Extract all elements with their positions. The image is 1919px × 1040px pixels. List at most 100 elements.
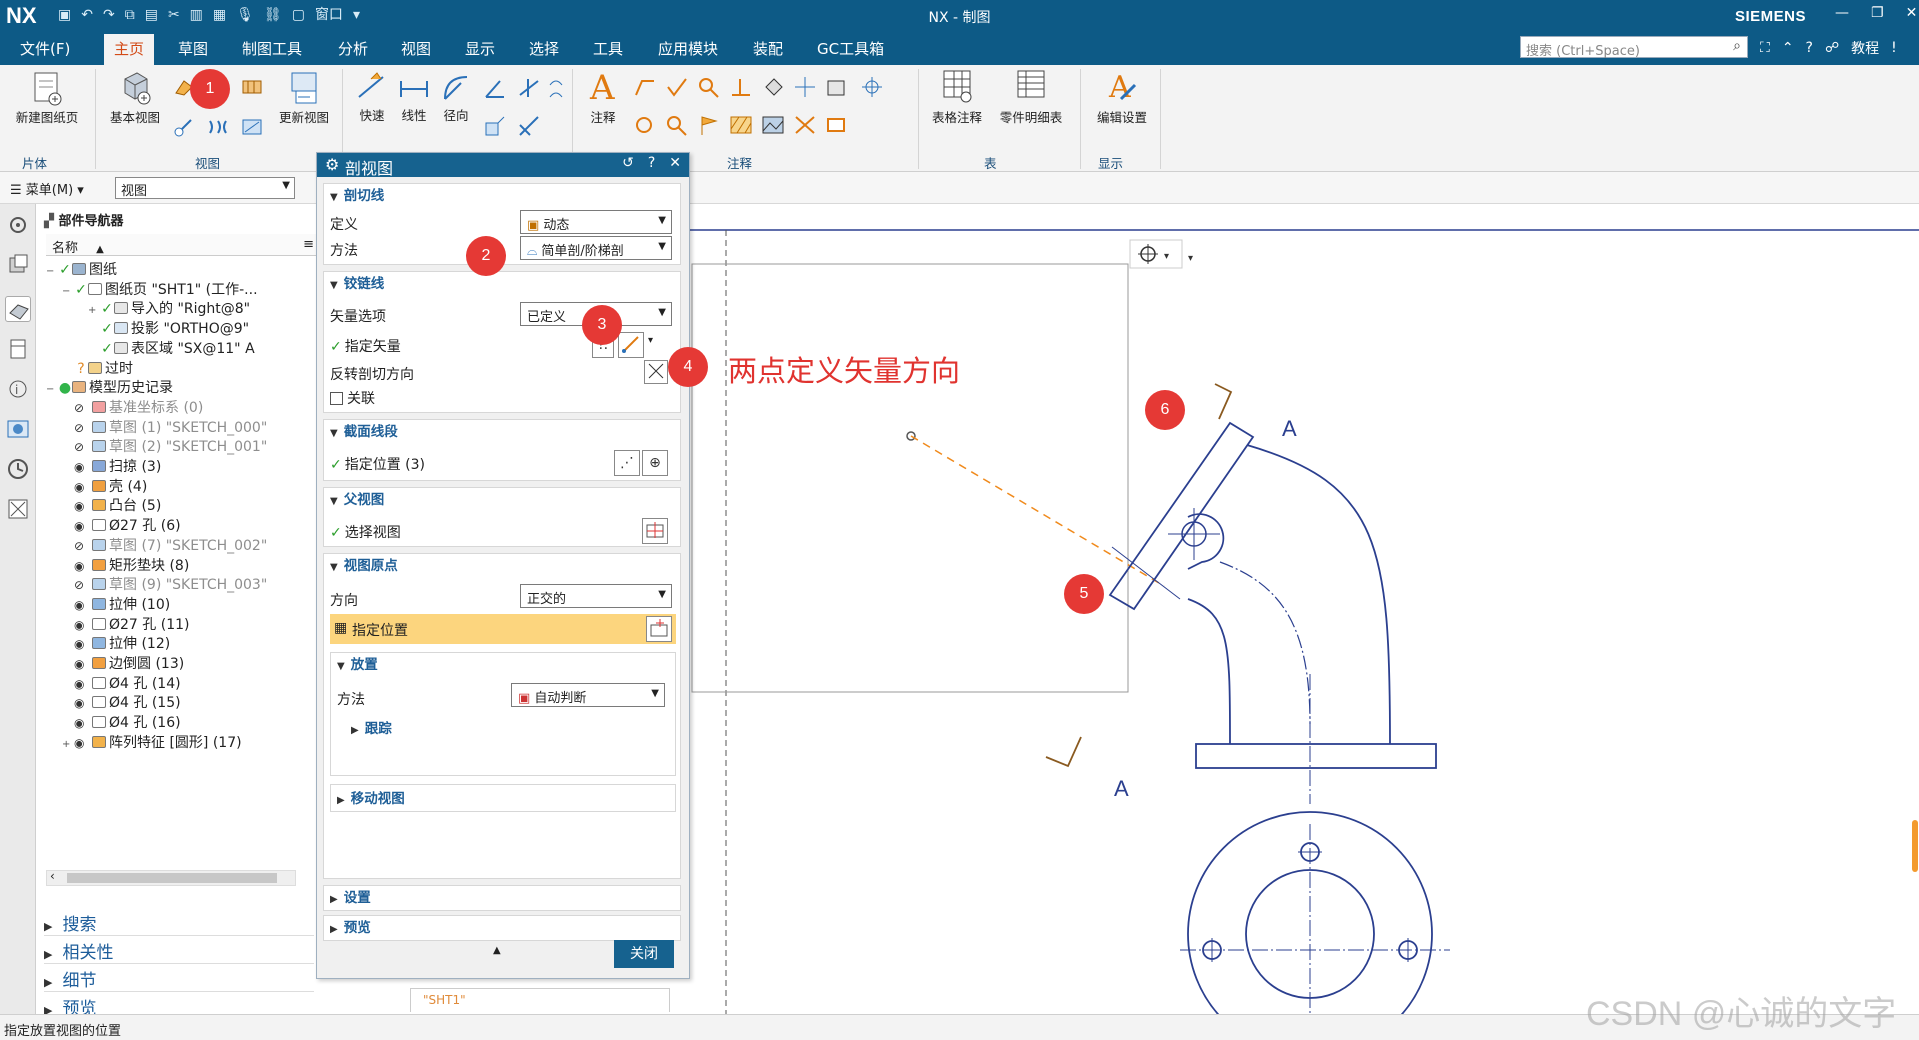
accordion-details[interactable]: ▶ 细节 [44,966,314,992]
section-header-segment[interactable]: ▼ 截面线段 [330,420,398,444]
section-header-hinge[interactable]: ▼ 铰链线 [330,272,384,296]
close-icon[interactable]: ✕ [669,155,681,171]
tree-toggle-icon[interactable]: + [62,733,74,757]
close-icon[interactable]: ✕ [1906,5,1918,21]
tab-analysis[interactable]: 分析 [338,38,368,59]
detail-view-icon[interactable] [240,75,264,102]
collapse-ribbon-icon[interactable]: ⌃ [1782,40,1794,56]
edit-settings-button[interactable]: A 编辑设置 [1086,67,1158,126]
region-icon[interactable] [824,113,850,140]
tab-gc-toolbox[interactable]: GC工具箱 [817,38,884,59]
weld-symbol-icon[interactable] [696,75,722,102]
restore-icon[interactable]: ❐ [1871,5,1884,21]
fullscreen-icon[interactable]: ⛶ [1760,40,1770,56]
base-view-button[interactable]: 基本视图 [102,69,168,126]
assembly-navigator-icon[interactable] [5,252,31,278]
angular-dimension-icon[interactable] [482,75,508,104]
ordinate-dimension-icon[interactable] [482,113,508,142]
note-button[interactable]: A 注释 [582,67,624,126]
horizontal-scrollbar[interactable]: ‹ [46,869,296,886]
section-header-parent[interactable]: ▼ 父视图 [330,488,384,512]
help-icon[interactable]: ? [1806,40,1813,56]
scrollbar-thumb[interactable] [67,873,277,883]
reuse-library-icon[interactable] [5,336,31,362]
minimize-icon[interactable]: — [1835,5,1849,21]
radial-dimension-button[interactable]: 径向 [436,71,476,124]
graphics-window[interactable]: ▾ ▾ A A 两点定义矢量方向 [690,204,1919,1014]
datum-target-icon[interactable] [728,75,754,102]
alert-icon[interactable]: ! [1891,40,1897,56]
web-browser-icon[interactable] [5,416,31,442]
new-sheet-button[interactable]: 新建图纸页 [8,69,86,126]
hd3d-tools-icon[interactable]: i [5,376,31,402]
sheet-metal-icon[interactable] [824,75,850,102]
part-navigator-icon[interactable] [5,296,31,322]
tab-drafting-tools[interactable]: 制图工具 [242,38,302,59]
preview-header[interactable]: ▶ 预览 [330,916,371,940]
help-icon[interactable]: ? [648,155,655,171]
tab-display[interactable]: 显示 [465,38,495,59]
tree-row[interactable]: + ◉ 阵列特征 [圆形] (17) [46,731,316,755]
collapse-dialog-icon[interactable]: ▲ [493,945,501,956]
tab-file[interactable]: 文件(F) [20,38,70,59]
placement-method-select[interactable]: ▣ 自动判断 ▼ [511,683,665,707]
placement-header[interactable]: ▼ 放置 [337,653,378,677]
parts-list-button[interactable]: 零件明细表 [994,67,1068,126]
visible-eye-icon[interactable]: ◉ [74,731,92,755]
define-select[interactable]: ▣ 动态 ▼ [520,210,672,234]
reset-icon[interactable]: ↺ [622,155,634,171]
broken-view-icon[interactable] [206,115,230,142]
sheet-tab[interactable]: "SHT1" [410,988,670,1012]
point-snap-button[interactable]: ⊕ [642,450,668,476]
tab-select[interactable]: 选择 [529,38,559,59]
scroll-left-icon[interactable]: ‹ [50,869,55,883]
cross-icon[interactable] [792,113,818,140]
id-symbol-icon[interactable] [632,113,658,140]
quick-dimension-button[interactable]: 快速 [352,71,392,124]
center-mark-icon[interactable] [792,75,818,102]
section-header-cutline[interactable]: ▼ 剖切线 [330,184,384,208]
view-filter-select[interactable]: 视图 ▼ [115,177,295,199]
drawing-canvas[interactable]: ▾ ▾ A A [690,204,1919,1014]
fill-icon[interactable] [760,75,786,102]
close-button[interactable]: 关闭 [614,940,674,968]
chamfer-dimension-icon[interactable] [516,113,542,142]
feature-control-frame-icon[interactable] [632,75,658,102]
dialog-gear-icon[interactable]: ⚙ [325,155,339,174]
table-note-button[interactable]: 表格注释 [924,67,990,126]
point-dialog-button[interactable]: ⋰ [614,450,640,476]
search-icon[interactable]: ⌕ [1733,38,1741,54]
view-break-icon[interactable] [240,115,264,142]
process-studio-icon[interactable] [5,496,31,522]
settings-gear-icon[interactable] [5,212,31,238]
crosshair-icon[interactable] [860,75,886,102]
associative-checkbox[interactable] [330,392,343,405]
scroll-handle[interactable] [1912,820,1918,872]
accordion-search[interactable]: ▶ 搜索 [44,910,314,936]
settings-header[interactable]: ▶ 设置 [330,886,371,910]
tracking-header[interactable]: ▶ 跟踪 [351,717,392,741]
vector-constructor-button[interactable] [618,332,644,358]
history-clock-icon[interactable] [5,456,31,482]
view-orientation-handle[interactable]: ▾ ▾ [1129,239,1193,269]
tutorial-label[interactable]: 教程 [1851,38,1879,58]
move-view-subsection[interactable]: ▶ 移动视图 [330,784,676,812]
direction-select[interactable]: 正交的 ▼ [520,584,672,608]
tab-view[interactable]: 视图 [401,38,431,59]
image-icon[interactable] [760,113,786,140]
thickness-dimension-icon[interactable] [516,75,542,104]
reverse-direction-button[interactable] [644,360,668,384]
section-header-origin[interactable]: ▼ 视图原点 [330,554,398,578]
search-input[interactable]: 搜索 (Ctrl+Space) ⌕ [1520,36,1748,59]
surface-finish-icon[interactable] [664,75,690,102]
projected-view-icon[interactable] [172,115,196,142]
column-menu-icon[interactable]: ≡ [303,237,314,252]
tab-tools[interactable]: 工具 [593,38,623,59]
tab-assembly[interactable]: 装配 [753,38,783,59]
chevron-down-icon[interactable]: ▾ [648,335,653,346]
tutorial-icon[interactable]: ☍ [1825,40,1839,56]
arc-length-icon[interactable] [546,75,566,104]
linear-dimension-button[interactable]: 线性 [394,71,434,124]
section-settings[interactable]: ▶ 设置 [323,885,681,911]
tab-home[interactable]: 主页 [104,34,155,65]
